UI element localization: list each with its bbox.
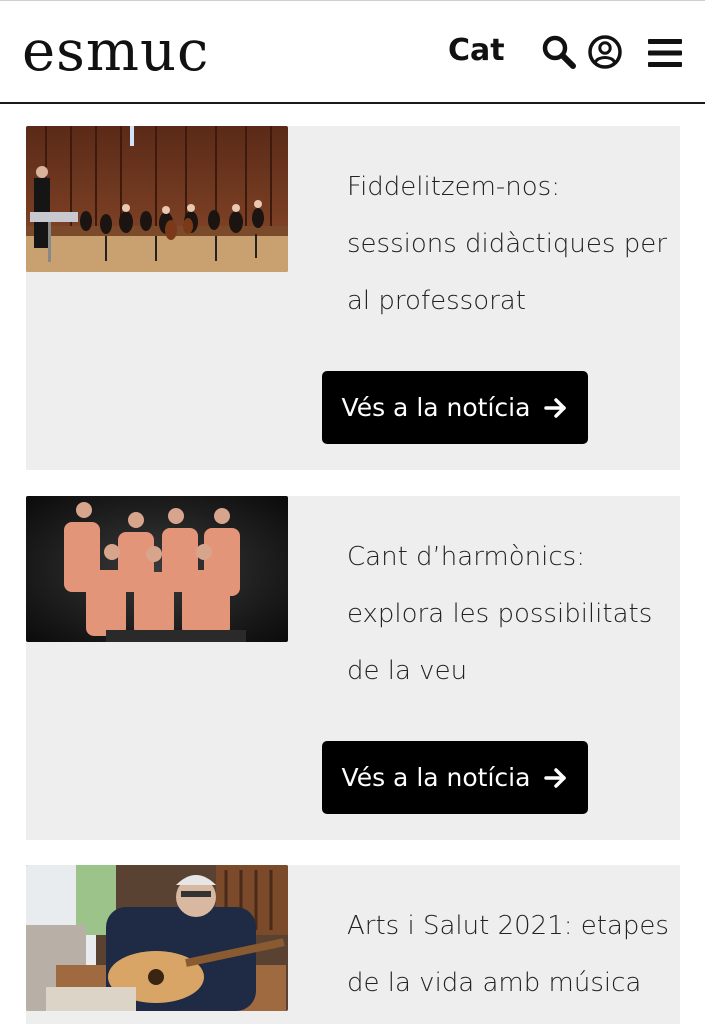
news-card: Cant d’harmònics: explora les possibilit… [26, 496, 680, 840]
site-header: esmuc Cat [0, 0, 705, 104]
news-title[interactable]: Fiddelitzem-nos: sessions didàctiques pe… [347, 159, 667, 330]
news-card: Fiddelitzem-nos: sessions didàctiques pe… [26, 126, 680, 470]
vocal-ensemble-image[interactable] [26, 496, 288, 642]
language-selector[interactable]: Cat [448, 33, 505, 69]
arrow-right-icon [544, 767, 567, 788]
title-line: de la veu [347, 656, 468, 686]
title-line: Cant d’harmònics: [347, 542, 585, 572]
guitarist-image[interactable] [26, 865, 288, 1011]
title-line: al professorat [347, 286, 526, 316]
read-news-button[interactable]: Vés a la notícia [322, 371, 588, 444]
button-label: Vés a la notícia [341, 393, 531, 422]
title-line: de la vida amb música [347, 968, 642, 998]
orchestra-concert-image[interactable] [26, 126, 288, 272]
hamburger-menu-icon[interactable] [646, 36, 684, 70]
news-title[interactable]: Arts i Salut 2021: etapes de la vida amb… [347, 898, 669, 1012]
search-icon[interactable] [541, 34, 577, 70]
news-card: Arts i Salut 2021: etapes de la vida amb… [26, 865, 680, 1024]
read-news-button[interactable]: Vés a la notícia [322, 741, 588, 814]
button-label: Vés a la notícia [341, 763, 531, 792]
user-account-icon[interactable] [587, 34, 623, 70]
news-title[interactable]: Cant d’harmònics: explora les possibilit… [347, 529, 667, 700]
arrow-right-icon [544, 397, 567, 418]
title-line: Arts i Salut 2021: etapes [347, 911, 669, 941]
site-logo[interactable]: esmuc [22, 19, 209, 85]
title-line: sessions didàctiques per [347, 229, 667, 259]
title-line: explora les possibilitats [347, 599, 653, 629]
title-line: Fiddelitzem-nos: [347, 172, 560, 202]
